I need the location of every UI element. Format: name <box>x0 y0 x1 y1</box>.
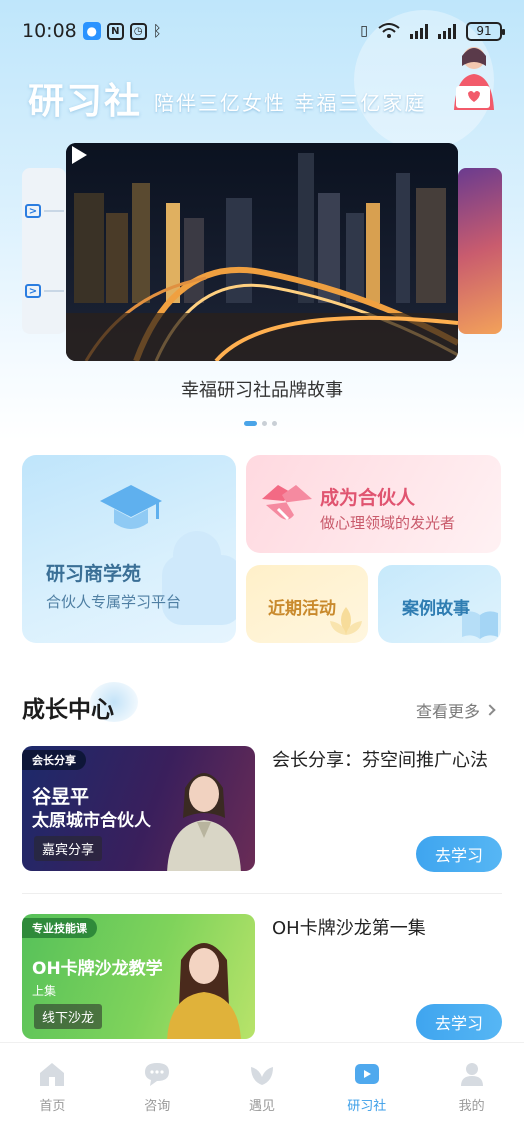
nav-label: 我的 <box>458 1099 485 1114</box>
chevron-right-icon: > <box>25 284 41 298</box>
nfc-icon: N <box>106 22 124 40</box>
signal-icon <box>410 23 428 39</box>
section-title-growth-center: 成长中心 <box>22 697 114 723</box>
nav-label: 咨询 <box>144 1099 171 1114</box>
mascot-illustration <box>454 47 494 110</box>
course-title[interactable]: 会长分享：芬空间推广心法 <box>272 748 497 773</box>
chevron-right-icon <box>484 704 496 716</box>
speaker-portrait <box>167 943 241 1039</box>
thumb-badge: 嘉宾分享 <box>34 836 103 861</box>
city-night-image <box>66 143 458 361</box>
carousel-dot <box>244 421 257 426</box>
see-more-label: 查看更多 <box>416 702 481 721</box>
battery-indicator: 91 <box>466 21 505 41</box>
nav-label: 首页 <box>39 1099 66 1114</box>
thumb-badge: 线下沙龙 <box>34 1004 103 1029</box>
thumb-role: 太原城市合伙人 <box>32 811 151 831</box>
academy-title: 研习商学苑 <box>46 563 142 585</box>
play-icon[interactable] <box>66 143 90 167</box>
carousel-prev-slide[interactable]: > > <box>22 168 66 334</box>
meet-icon <box>250 1067 273 1085</box>
banner-carousel[interactable]: > > 幸福研习社品牌故事 <box>0 140 524 401</box>
carousel-next-slide[interactable] <box>458 168 502 334</box>
partner-tile[interactable]: 成为合伙人 做心理领域的发光者 <box>246 455 501 553</box>
events-tile[interactable]: 近期活动 <box>246 565 368 643</box>
brand-logo: 研习社 <box>28 80 143 122</box>
nav-item-profile[interactable]: 我的 <box>419 1043 524 1127</box>
brand-slogan: 陪伴三亿女性 幸福三亿家庭 <box>154 90 427 115</box>
bottom-nav: 首页 咨询 遇见 研习社 我的 <box>0 1042 524 1127</box>
partner-subtitle: 做心理领域的发光者 <box>320 514 456 532</box>
cases-title: 案例故事 <box>402 599 470 619</box>
course-thumbnail[interactable]: 会长分享 谷昱平 太原城市合伙人 嘉宾分享 <box>22 746 255 871</box>
partner-title: 成为合伙人 <box>320 487 416 509</box>
alarm-icon: ◷ <box>129 22 147 40</box>
nav-label: 研习社 <box>347 1099 387 1114</box>
divider <box>22 893 502 894</box>
message-icon: ● <box>82 22 101 40</box>
chevron-right-icon: > <box>25 204 41 218</box>
course-card[interactable]: 会长分享 谷昱平 太原城市合伙人 嘉宾分享 会长分享：芬空间推广心法 去学习 <box>22 746 502 876</box>
see-more-link[interactable]: 查看更多 <box>416 698 496 722</box>
thumb-tag: 专业技能课 <box>22 918 97 938</box>
nav-item-consult[interactable]: 咨询 <box>105 1043 210 1127</box>
thumb-name: OH卡牌沙龙教学 <box>32 959 163 979</box>
study-icon <box>354 1064 379 1084</box>
home-icon <box>40 1063 65 1086</box>
vibrate-icon: ▯ <box>360 23 368 39</box>
profile-icon <box>460 1063 483 1086</box>
handshake-icon <box>262 485 312 521</box>
nav-item-meet[interactable]: 遇见 <box>210 1043 315 1127</box>
nav-item-study[interactable]: 研习社 <box>314 1043 419 1127</box>
academy-tile[interactable]: 研习商学苑 合伙人专属学习平台 <box>22 455 236 643</box>
course-title[interactable]: OH卡牌沙龙第一集 <box>272 916 497 941</box>
course-thumbnail[interactable]: 专业技能课 OH卡牌沙龙教学 上集 线下沙龙 <box>22 914 255 1039</box>
academy-subtitle: 合伙人专属学习平台 <box>46 593 182 611</box>
events-title: 近期活动 <box>268 599 336 619</box>
thumb-tag: 会长分享 <box>22 750 86 770</box>
carousel-indicator <box>244 421 277 426</box>
brand-header: 研习社 陪伴三亿女性 幸福三亿家庭 <box>28 72 426 124</box>
wifi-icon <box>378 23 400 38</box>
speaker-portrait <box>167 773 241 871</box>
nav-item-home[interactable]: 首页 <box>0 1043 105 1127</box>
study-button[interactable]: 去学习 <box>416 1004 502 1040</box>
study-button[interactable]: 去学习 <box>416 836 502 872</box>
carousel-active-slide[interactable] <box>66 143 458 361</box>
carousel-dot <box>272 421 277 426</box>
graduation-cap-icon <box>100 485 162 529</box>
signal-icon <box>438 23 456 39</box>
thumb-name: 谷昱平 <box>32 786 90 808</box>
bluetooth-icon: ᛒ <box>152 22 162 40</box>
status-time: 10:08 <box>22 20 77 42</box>
cases-tile[interactable]: 案例故事 <box>378 565 501 643</box>
chat-icon <box>145 1063 170 1086</box>
carousel-caption: 幸福研习社品牌故事 <box>181 380 343 401</box>
course-card[interactable]: 专业技能课 OH卡牌沙龙教学 上集 线下沙龙 OH卡牌沙龙第一集 去学习 <box>22 914 502 1044</box>
carousel-dot <box>262 421 267 426</box>
thumb-sub: 上集 <box>32 984 57 998</box>
nav-label: 遇见 <box>248 1099 275 1114</box>
